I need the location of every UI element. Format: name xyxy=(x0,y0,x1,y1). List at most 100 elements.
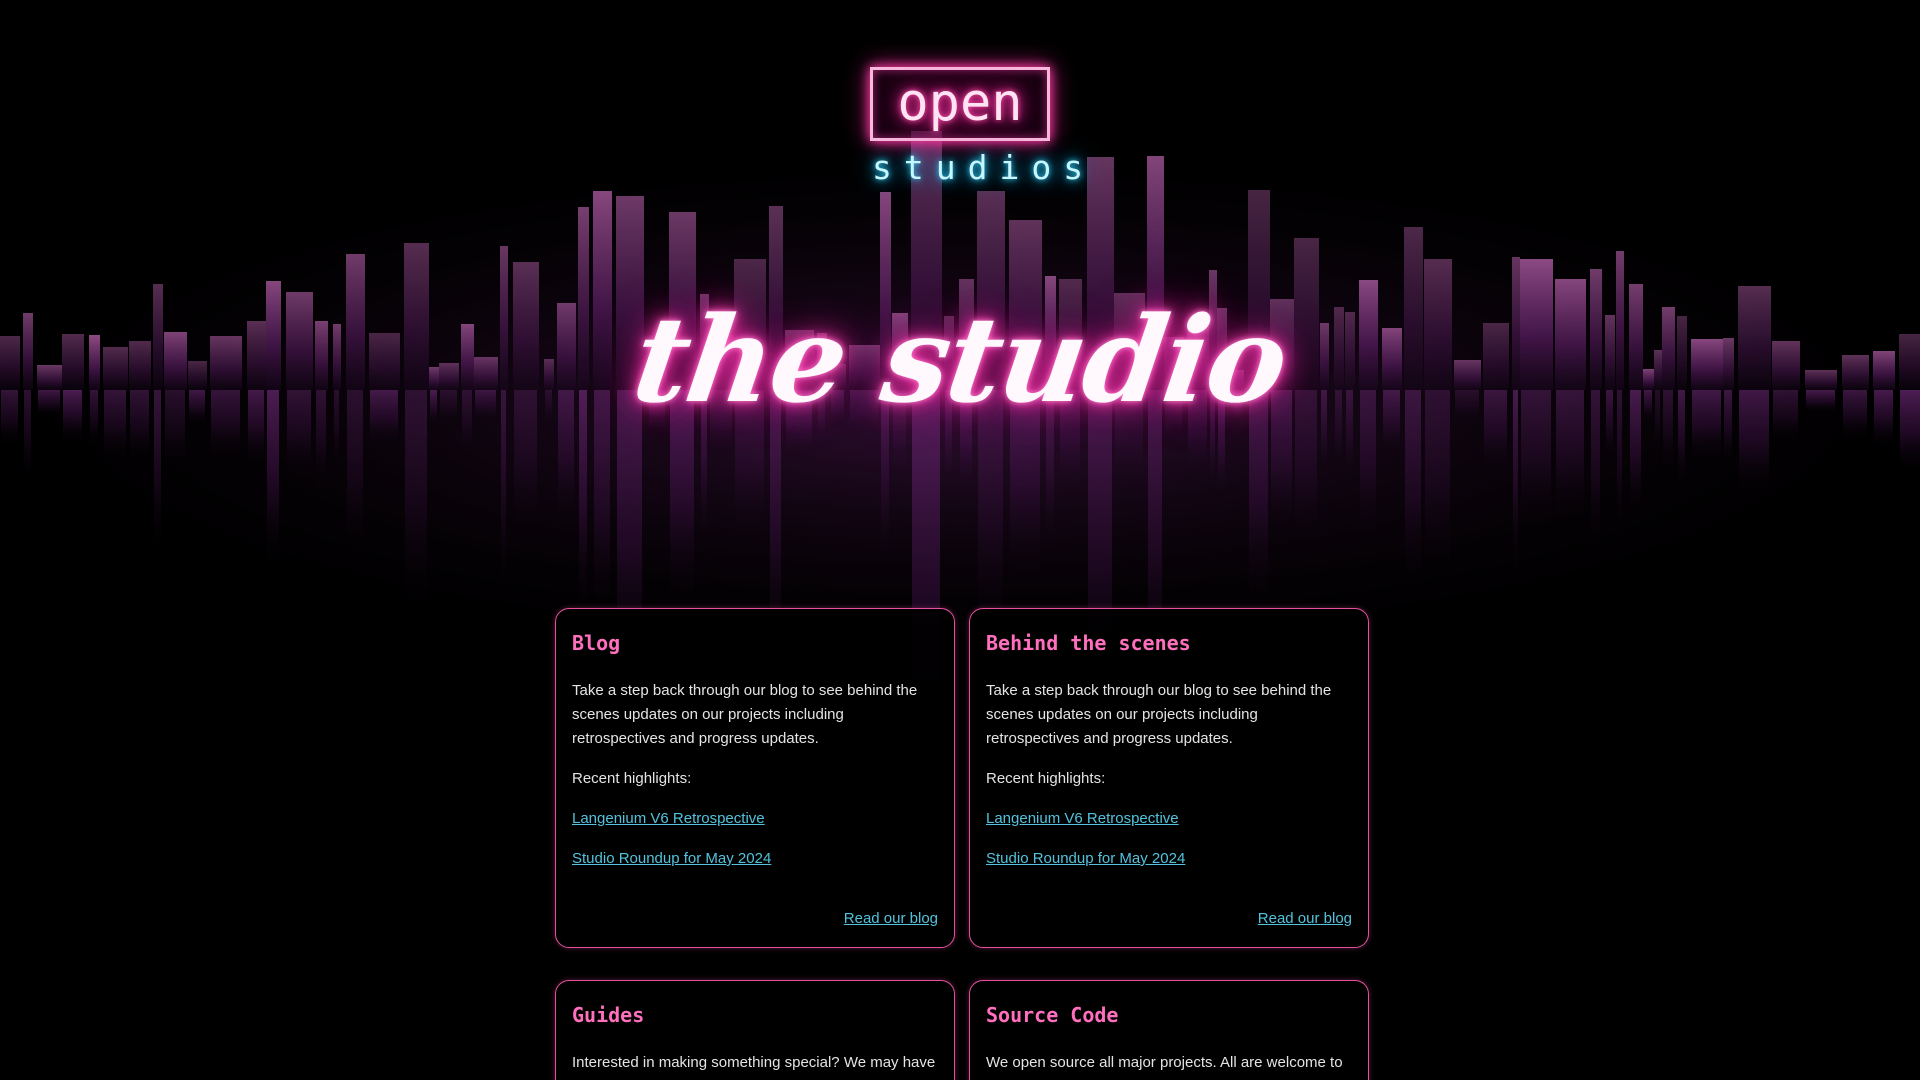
highlight-link-roundup[interactable]: Studio Roundup for May 2024 xyxy=(986,847,1185,871)
skyline-reflection xyxy=(1843,390,1867,442)
skyline-building xyxy=(1805,370,1837,390)
skyline-reflection xyxy=(130,390,149,465)
skyline-building xyxy=(1643,369,1654,390)
card-source-code: Source Code We open source all major pro… xyxy=(969,980,1369,1080)
skyline-building xyxy=(62,334,84,390)
logo-word: open xyxy=(870,67,1050,141)
skyline-reflection xyxy=(1724,390,1732,469)
skyline-reflection xyxy=(1900,390,1920,476)
skyline-reflection xyxy=(248,390,264,466)
skyline-reflection xyxy=(1692,390,1721,464)
skyline-reflection xyxy=(1383,390,1400,459)
skyline-reflection xyxy=(1617,390,1622,543)
skyline-building xyxy=(1424,259,1452,390)
skyline-building xyxy=(461,324,474,390)
skyline-building xyxy=(1555,279,1586,390)
skyline-reflection xyxy=(104,390,126,463)
skyline-building xyxy=(1629,284,1643,390)
highlights-label: Recent highlights: xyxy=(572,770,692,787)
logo-subtitle: studios xyxy=(872,148,1096,187)
skyline-building xyxy=(333,324,341,390)
read-blog-link[interactable]: Read our blog xyxy=(1258,907,1352,931)
skyline-reflection xyxy=(1,390,18,450)
skyline-building xyxy=(369,333,400,390)
skyline-reflection xyxy=(189,390,205,426)
card-title: Behind the scenes xyxy=(986,631,1191,655)
skyline-building xyxy=(500,246,508,390)
skyline-reflection xyxy=(501,390,506,605)
card-blog: Blog Take a step back through our blog t… xyxy=(555,608,955,948)
skyline-building xyxy=(1605,315,1615,390)
skyline-reflection xyxy=(440,390,457,425)
card-description: Take a step back through our blog to see… xyxy=(572,682,918,747)
card-behind-the-scenes: Behind the scenes Take a step back throu… xyxy=(969,608,1369,948)
skyline-reflection xyxy=(63,390,82,443)
read-blog-link[interactable]: Read our blog xyxy=(844,907,938,931)
skyline-building xyxy=(1590,269,1602,390)
skyline-building xyxy=(1616,251,1624,390)
skyline-building xyxy=(1654,350,1662,390)
skyline-reflection xyxy=(1360,390,1376,549)
skyline-reflection xyxy=(334,390,339,473)
highlight-link-roundup[interactable]: Studio Roundup for May 2024 xyxy=(572,847,771,871)
skyline-reflection xyxy=(1484,390,1507,477)
skyline-reflection xyxy=(287,390,311,481)
skyline-reflection xyxy=(90,390,98,448)
skyline-reflection xyxy=(267,390,279,573)
skyline-building xyxy=(439,363,459,390)
skyline-reflection xyxy=(1663,390,1673,473)
card-title: Guides xyxy=(572,1003,645,1027)
skyline-building xyxy=(1873,351,1895,390)
skyline-building xyxy=(0,336,20,390)
skyline-building xyxy=(1382,328,1402,390)
skyline-reflection xyxy=(1806,390,1835,414)
skyline-reflection xyxy=(514,390,537,543)
skyline-building xyxy=(89,335,100,390)
skyline-building xyxy=(1677,316,1687,390)
card-description: We open source all major projects. All a… xyxy=(986,1054,1343,1071)
card-guides: Guides Interested in making something sp… xyxy=(555,980,955,1080)
skyline-building xyxy=(513,262,539,390)
highlights-label: Recent highlights: xyxy=(986,770,1106,787)
skyline-reflection xyxy=(1874,390,1893,449)
skyline-building xyxy=(346,254,365,390)
skyline-reflection xyxy=(24,390,31,485)
skyline-reflection xyxy=(1773,390,1798,444)
skyline-building xyxy=(129,341,151,390)
skyline-building xyxy=(544,359,554,390)
skyline-reflection xyxy=(1405,390,1421,602)
skyline-building xyxy=(1662,307,1675,390)
skyline-reflection xyxy=(1644,390,1652,424)
skyline-building xyxy=(1483,323,1509,390)
skyline-reflection xyxy=(1513,390,1518,585)
skyline-building xyxy=(1404,227,1423,390)
skyline-reflection xyxy=(1455,390,1479,424)
skyline-reflection xyxy=(1591,390,1600,557)
skyline-building xyxy=(286,292,313,390)
skyline-building xyxy=(315,321,328,390)
skyline-building xyxy=(37,365,62,390)
skyline-reflection xyxy=(1521,390,1551,532)
skyline-building xyxy=(1842,355,1869,390)
skyline-building xyxy=(103,347,128,390)
skyline-building xyxy=(247,321,266,390)
skyline-reflection xyxy=(1425,390,1450,585)
skyline-reflection xyxy=(154,390,161,561)
skyline-building xyxy=(1899,334,1920,390)
card-description: Take a step back through our blog to see… xyxy=(986,682,1332,747)
skyline-building xyxy=(164,332,187,390)
skyline-reflection xyxy=(430,390,437,426)
skyline-reflection xyxy=(405,390,427,620)
skyline-building xyxy=(404,243,429,390)
skyline-reflection xyxy=(462,390,472,457)
page: open studios the studio Blog Take a step… xyxy=(0,0,1920,1080)
card-title: Blog xyxy=(572,631,621,655)
skyline-building xyxy=(1772,341,1800,390)
card-description: Interested in making something special? … xyxy=(572,1054,936,1071)
highlight-link-langenium[interactable]: Langenium V6 Retrospective xyxy=(572,807,765,831)
skyline-reflection xyxy=(1739,390,1769,499)
skyline-building xyxy=(266,281,281,390)
skyline-reflection xyxy=(1556,390,1584,527)
skyline-building xyxy=(1738,286,1771,390)
highlight-link-langenium[interactable]: Langenium V6 Retrospective xyxy=(986,807,1179,831)
